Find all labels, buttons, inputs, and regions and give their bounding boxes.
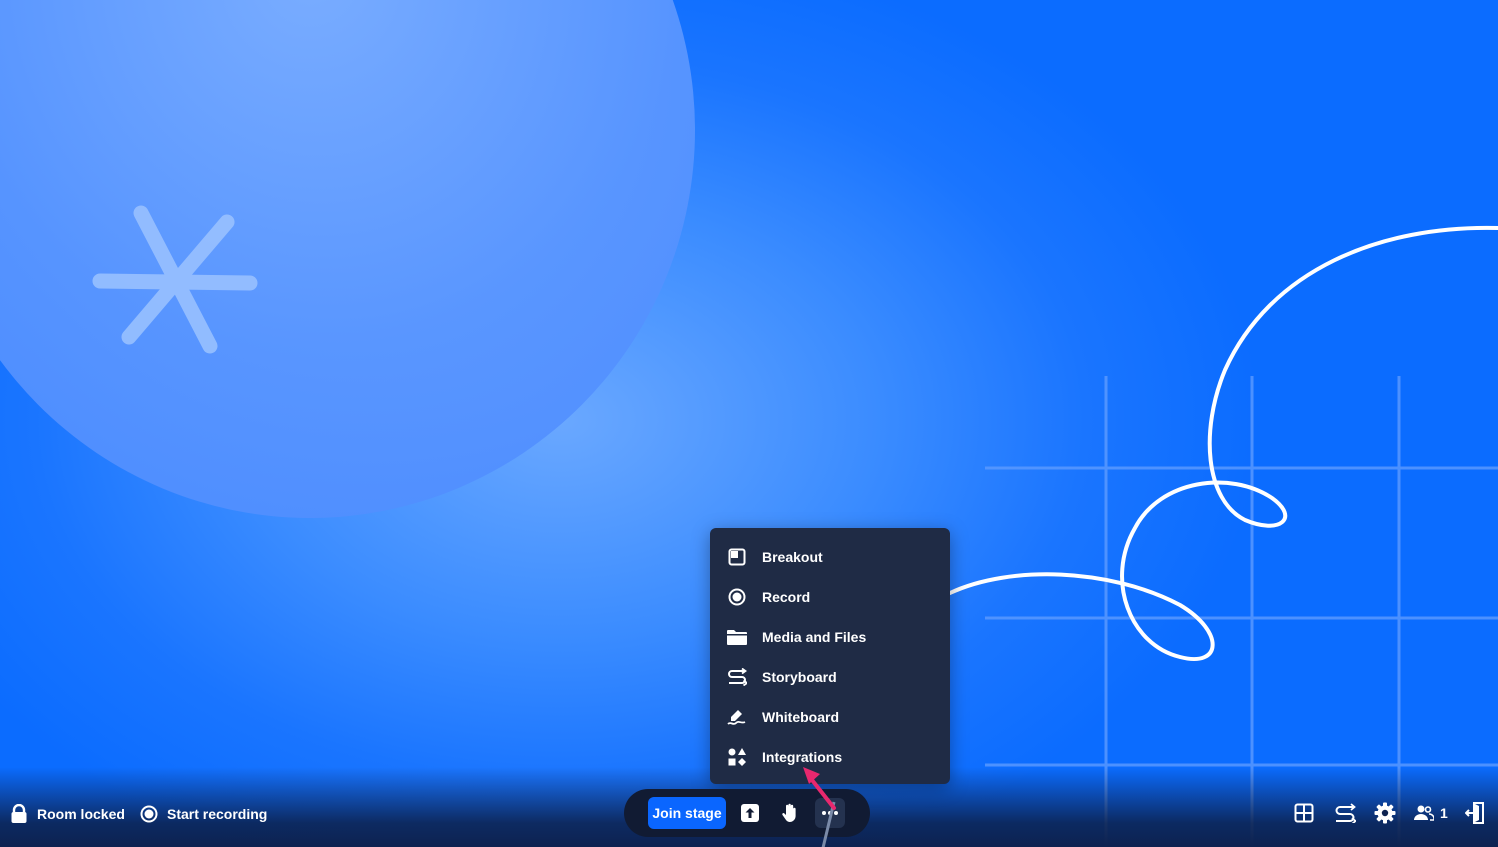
settings-gear-icon [1374,802,1396,824]
menu-item-whiteboard[interactable]: Whiteboard [710,697,950,737]
folder-icon [726,626,748,648]
more-options-button[interactable] [815,798,845,828]
storyboard-icon [726,666,748,688]
integrations-icon [726,746,748,768]
record-icon [140,805,158,823]
share-screen-icon [741,804,759,822]
decorative-blob [0,0,695,518]
menu-item-label: Record [762,589,811,605]
breakout-icon [726,546,748,568]
raise-hand-icon [782,803,796,822]
more-options-menu: Breakout Record Media and Files Storyboa… [710,528,950,784]
join-stage-button[interactable]: Join stage [648,797,726,829]
leave-room-icon [1465,802,1484,824]
menu-item-label: Storyboard [762,669,837,685]
stage-toolbar: Join stage [624,789,870,837]
record-icon [726,586,748,608]
menu-item-label: Integrations [762,749,843,765]
settings-button[interactable] [1374,801,1398,825]
room-locked-status[interactable]: Room locked [10,803,125,825]
menu-item-media-and-files[interactable]: Media and Files [710,617,950,657]
start-recording-button[interactable]: Start recording [140,803,267,825]
menu-item-label: Media and Files [762,629,867,645]
squiggle-line [948,225,1498,661]
raise-hand-button[interactable] [775,798,805,828]
share-screen-button[interactable] [735,798,765,828]
storyboard-icon [1335,803,1356,823]
participants-icon [1414,805,1434,821]
layout-button[interactable] [1294,801,1318,825]
start-recording-label: Start recording [167,806,268,822]
lock-icon [11,804,27,823]
storyboard-button[interactable] [1334,801,1358,825]
participant-count: 1 [1440,805,1448,821]
room-locked-label: Room locked [37,806,125,822]
menu-item-label: Breakout [762,549,823,565]
layout-grid-icon [1294,803,1314,823]
room-stage: Room locked Start recording Breakout Rec… [0,0,1498,847]
menu-item-storyboard[interactable]: Storyboard [710,657,950,697]
menu-item-record[interactable]: Record [710,577,950,617]
leave-room-button[interactable] [1465,801,1489,825]
participants-button[interactable]: 1 [1414,801,1454,825]
whiteboard-icon [726,706,748,728]
menu-item-integrations[interactable]: Integrations [710,737,950,777]
menu-item-label: Whiteboard [762,709,839,725]
menu-item-breakout[interactable]: Breakout [710,537,950,577]
more-options-icon [822,811,838,815]
